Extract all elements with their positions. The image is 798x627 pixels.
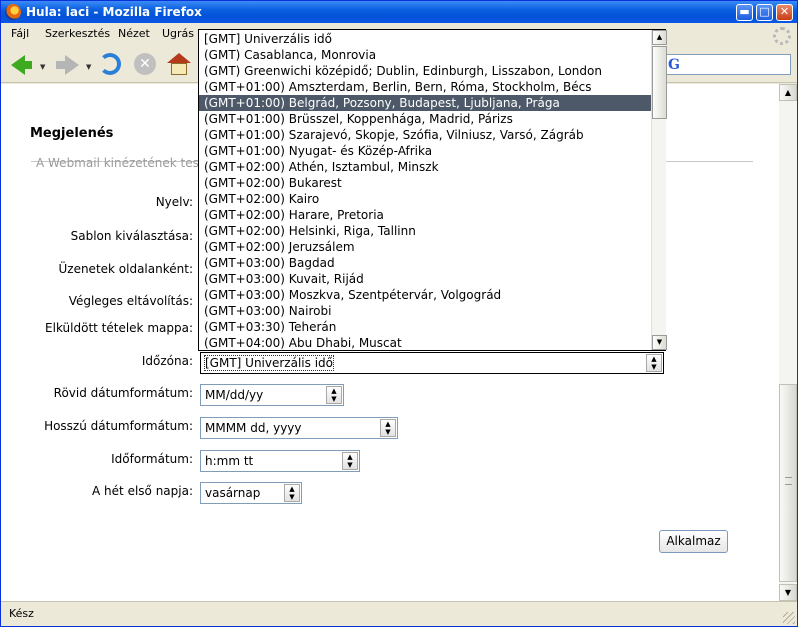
list-scroll-up-icon[interactable]: ▲	[652, 30, 667, 45]
menu-file[interactable]: Fájl	[11, 27, 29, 40]
menu-edit[interactable]: Szerkesztés	[45, 27, 110, 40]
first-day-of-week-select[interactable]: vasárnap ▲ ▼	[200, 482, 302, 504]
list-scroll-down-icon[interactable]: ▼	[652, 335, 667, 350]
timezone-option[interactable]: (GMT+04:00) Abu Dhabi, Muscat	[199, 335, 651, 350]
maximize-button[interactable]: □	[756, 4, 773, 21]
scrollbar-thumb[interactable]	[779, 384, 797, 582]
timezone-select[interactable]: [GMT] Univerzális idő ▲ ▼	[200, 352, 664, 374]
long-date-format-value: MMMM dd, yyyy	[205, 421, 302, 435]
page-scrollbar[interactable]: ▲ ▼	[779, 84, 797, 601]
short-date-format-label: Rövid dátumformátum:	[53, 386, 193, 400]
status-text: Kész	[9, 607, 34, 620]
timezone-label: Időzóna:	[141, 354, 193, 368]
time-format-label: Időformátum:	[111, 452, 193, 466]
timezone-option[interactable]: (GMT+03:00) Bagdad	[199, 255, 651, 271]
window-title: Hula: laci - Mozilla Firefox	[26, 5, 202, 19]
chevron-updown-icon[interactable]: ▲ ▼	[326, 386, 342, 404]
timezone-option[interactable]: (GMT+02:00) Athén, Isztambul, Minszk	[199, 159, 651, 175]
back-arrow-icon[interactable]	[9, 53, 33, 77]
timezone-option[interactable]: (GMT+02:00) Bukarest	[199, 175, 651, 191]
first-day-of-week-value: vasárnap	[205, 486, 261, 500]
menu-go[interactable]: Ugrás	[162, 27, 194, 40]
section-title: Megjelenés	[30, 126, 114, 141]
timezone-option[interactable]: (GMT) Greenwichi középidő; Dublin, Edinb…	[199, 63, 651, 79]
timezone-option[interactable]: (GMT+01:00) Amszterdam, Berlin, Bern, Ró…	[199, 79, 651, 95]
menu-view[interactable]: Nézet	[118, 27, 150, 40]
timezone-select-value: [GMT] Univerzális idő	[204, 355, 334, 371]
forward-arrow-icon[interactable]	[55, 53, 79, 77]
section-description: A Webmail kinézetének test	[36, 156, 204, 170]
home-icon[interactable]	[167, 53, 191, 77]
long-date-format-select[interactable]: MMMM dd, yyyy ▲ ▼	[200, 417, 398, 439]
timezone-option[interactable]: [GMT] Univerzális idő	[199, 31, 651, 47]
stop-icon[interactable]: ✕	[134, 53, 158, 77]
firefox-logo-icon	[5, 4, 21, 20]
template-label: Sablon kiválasztása:	[70, 229, 193, 243]
permanent-delete-label: Végleges eltávolítás:	[68, 294, 193, 308]
time-format-select[interactable]: h:mm tt ▲ ▼	[200, 450, 360, 472]
timezone-option[interactable]: (GMT+03:00) Nairobi	[199, 303, 651, 319]
chevron-updown-icon[interactable]: ▲ ▼	[284, 484, 300, 502]
timezone-option[interactable]: (GMT+02:00) Helsinki, Riga, Tallinn	[199, 223, 651, 239]
timezone-option[interactable]: (GMT+01:00) Brüsszel, Koppenhága, Madrid…	[199, 111, 651, 127]
firefox-window: Hula: laci - Mozilla Firefox ▬ □ ✕ Fájl …	[0, 0, 798, 627]
timezone-dropdown-list[interactable]: [GMT] Univerzális idő (GMT) Casablanca, M…	[198, 29, 666, 351]
chevron-updown-icon[interactable]: ▲ ▼	[646, 354, 662, 372]
short-date-format-select[interactable]: MM/dd/yy ▲ ▼	[200, 384, 344, 406]
throbber-icon	[773, 27, 791, 45]
list-scrollbar-thumb[interactable]	[652, 46, 667, 119]
chevron-updown-icon[interactable]: ▲ ▼	[380, 419, 396, 437]
minimize-button[interactable]: ▬	[736, 4, 753, 21]
time-format-value: h:mm tt	[205, 454, 254, 468]
language-label: Nyelv:	[155, 195, 193, 209]
short-date-format-value: MM/dd/yy	[205, 388, 264, 402]
apply-button[interactable]: Alkalmaz	[659, 530, 728, 553]
long-date-format-label: Hosszú dátumformátum:	[44, 419, 193, 433]
resize-grip-icon[interactable]	[783, 612, 795, 624]
timezone-option[interactable]: (GMT+02:00) Jeruzsálem	[199, 239, 651, 255]
sent-items-folder-label: Elküldött tételek mappa:	[45, 321, 193, 335]
back-history-dropdown-icon[interactable]: ▼	[40, 63, 45, 71]
first-day-of-week-label: A hét első napja:	[92, 484, 193, 498]
timezone-option[interactable]: (GMT+03:00) Moszkva, Szentpétervár, Volg…	[199, 287, 651, 303]
messages-per-page-label: Üzenetek oldalanként:	[58, 262, 193, 276]
timezone-option[interactable]: (GMT+01:00) Belgrád, Pozsony, Budapest, …	[199, 95, 651, 111]
status-bar: Kész	[1, 601, 797, 626]
scroll-up-icon[interactable]: ▲	[779, 84, 797, 101]
title-bar: Hula: laci - Mozilla Firefox ▬ □ ✕	[1, 1, 797, 23]
reload-icon[interactable]	[99, 53, 123, 77]
timezone-option[interactable]: (GMT+03:00) Kuvait, Rijád	[199, 271, 651, 287]
timezone-option[interactable]: (GMT+03:30) Teherán	[199, 319, 651, 335]
timezone-option[interactable]: (GMT+01:00) Szarajevó, Skopje, Szófia, V…	[199, 127, 651, 143]
timezone-list-scrollbar[interactable]: ▲ ▼	[651, 30, 667, 350]
scroll-down-icon[interactable]: ▼	[779, 584, 797, 601]
close-button[interactable]: ✕	[776, 4, 793, 21]
search-input[interactable]: G	[661, 54, 791, 75]
timezone-option[interactable]: (GMT+01:00) Nyugat- és Közép-Afrika	[199, 143, 651, 159]
timezone-option[interactable]: (GMT+02:00) Kairo	[199, 191, 651, 207]
chevron-updown-icon[interactable]: ▲ ▼	[342, 452, 358, 470]
timezone-option[interactable]: (GMT) Casablanca, Monrovia	[199, 47, 651, 63]
timezone-option[interactable]: (GMT+02:00) Harare, Pretoria	[199, 207, 651, 223]
forward-history-dropdown-icon[interactable]: ▼	[86, 63, 91, 71]
google-icon[interactable]: G	[668, 57, 680, 73]
